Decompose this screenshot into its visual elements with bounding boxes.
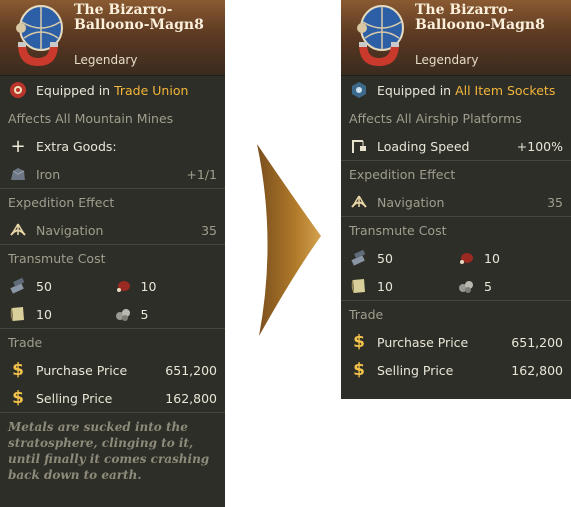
- extra-good-item-row: Iron +1/1: [0, 160, 225, 188]
- extra-good-value: +1/1: [186, 166, 217, 182]
- dollar-icon: $: [353, 360, 365, 380]
- dollar-icon: $: [353, 332, 365, 352]
- sextant-icon: [349, 192, 369, 212]
- transmute-amount: 5: [140, 306, 149, 322]
- purchase-price-row: $ Purchase Price 651,200: [341, 328, 571, 356]
- effect-label: Loading Speed: [377, 138, 470, 154]
- dollar-icon: $: [12, 388, 24, 408]
- meat-icon: [113, 276, 133, 296]
- steel-icon: [8, 276, 28, 296]
- equipped-prefix: Equipped in: [377, 82, 452, 98]
- transmute-amount: 50: [36, 278, 52, 294]
- dollar-icon: $: [12, 360, 24, 380]
- expedition-heading: Expedition Effect: [341, 160, 571, 188]
- expedition-heading: Expedition Effect: [0, 188, 225, 216]
- transmute-heading: Transmute Cost: [0, 244, 225, 272]
- transmute-amount: 10: [140, 278, 157, 294]
- balloon-magnet-icon: [16, 5, 63, 66]
- transmute-cost: 5: [113, 304, 218, 324]
- selling-price-label: Selling Price: [36, 390, 113, 406]
- purchase-price-label: Purchase Price: [36, 362, 128, 378]
- transmute-cost: 5: [456, 276, 563, 296]
- equipped-location: Trade Union: [114, 82, 189, 98]
- item-tooltip-right: The Bizarro-Balloono-Magn8 Legendary Equ…: [341, 0, 571, 399]
- balloon-magnet-icon: [357, 5, 404, 66]
- expedition-name: Navigation: [377, 194, 445, 210]
- steel-icon: [349, 248, 369, 268]
- iron-icon: [8, 164, 28, 184]
- plus-icon: +: [10, 135, 26, 157]
- transmute-cost: 10: [349, 276, 456, 296]
- selling-price-row: $ Selling Price 162,800: [341, 356, 571, 384]
- meat-icon: [456, 248, 476, 268]
- trade-heading: Trade: [341, 300, 571, 328]
- tooltip-header: The Bizarro-Balloono-Magn8 Legendary: [0, 0, 225, 76]
- transmute-cost: 10: [456, 248, 563, 268]
- extra-goods-label: Extra Goods:: [36, 138, 117, 154]
- equipped-row: Equipped in Trade Union: [0, 76, 225, 104]
- expedition-value: 35: [547, 194, 563, 210]
- equipped-location: All Item Sockets: [455, 82, 556, 98]
- selling-price-value: 162,800: [165, 390, 217, 406]
- expedition-row: Navigation 35: [0, 216, 225, 244]
- equipped-prefix: Equipped in: [36, 82, 111, 98]
- transmute-cost: 10: [8, 304, 113, 324]
- equipped-row: Equipped in All Item Sockets: [341, 76, 571, 104]
- affects-row: Affects All Airship Platforms: [341, 104, 571, 132]
- expedition-row: Navigation 35: [341, 188, 571, 216]
- affects-row: Affects All Mountain Mines: [0, 104, 225, 132]
- item-rarity: Legendary: [415, 53, 479, 67]
- stone-icon: [113, 304, 133, 324]
- selling-price-row: $ Selling Price 162,800: [0, 384, 225, 412]
- transmute-cost: 50: [8, 276, 113, 296]
- transmute-amount: 5: [484, 278, 492, 294]
- transmute-row-1: 50 10: [0, 272, 225, 300]
- selling-price-value: 162,800: [511, 362, 563, 378]
- transmute-row-2: 10 5: [341, 272, 571, 300]
- selling-price-label: Selling Price: [377, 362, 454, 378]
- transmute-cost: 50: [349, 248, 456, 268]
- affects-text: Affects All Mountain Mines: [8, 110, 174, 126]
- transmute-row-1: 50 10: [341, 244, 571, 272]
- flavor-text: Metals are sucked into the stratosphere,…: [0, 412, 225, 489]
- extra-goods-row: + Extra Goods:: [0, 132, 225, 160]
- paper-icon: [349, 276, 369, 296]
- purchase-price-value: 651,200: [511, 334, 563, 350]
- loading-crane-icon: [349, 136, 369, 156]
- item-title: The Bizarro-Balloono-Magn8: [415, 2, 545, 33]
- purchase-price-value: 651,200: [165, 362, 217, 378]
- transmute-amount: 10: [36, 306, 52, 322]
- expedition-name: Navigation: [36, 222, 104, 238]
- purchase-price-row: $ Purchase Price 651,200: [0, 356, 225, 384]
- item-title: The Bizarro-Balloono-Magn8: [74, 2, 204, 33]
- item-tooltip-left: The Bizarro-Balloono-Magn8 Legendary Equ…: [0, 0, 225, 507]
- union-badge-icon: [8, 80, 28, 100]
- transmute-row-2: 10 5: [0, 300, 225, 328]
- purchase-price-label: Purchase Price: [377, 334, 469, 350]
- tooltip-header: The Bizarro-Balloono-Magn8 Legendary: [341, 0, 571, 76]
- chevron-right-icon: [257, 144, 321, 336]
- expedition-value: 35: [201, 222, 217, 238]
- item-rarity: Legendary: [74, 53, 138, 67]
- trade-heading: Trade: [0, 328, 225, 356]
- transmute-heading: Transmute Cost: [341, 216, 571, 244]
- paper-icon: [8, 304, 28, 324]
- stone-icon: [456, 276, 476, 296]
- loading-speed-row: Loading Speed +100%: [341, 132, 571, 160]
- affects-text: Affects All Airship Platforms: [349, 110, 522, 126]
- extra-good-name: Iron: [36, 166, 61, 182]
- transmute-amount: 50: [377, 250, 393, 266]
- sextant-icon: [8, 220, 28, 240]
- socket-icon: [349, 80, 369, 100]
- transmute-amount: 10: [377, 278, 393, 294]
- transmute-cost: 10: [113, 276, 218, 296]
- effect-value: +100%: [516, 138, 563, 154]
- transmute-amount: 10: [484, 250, 500, 266]
